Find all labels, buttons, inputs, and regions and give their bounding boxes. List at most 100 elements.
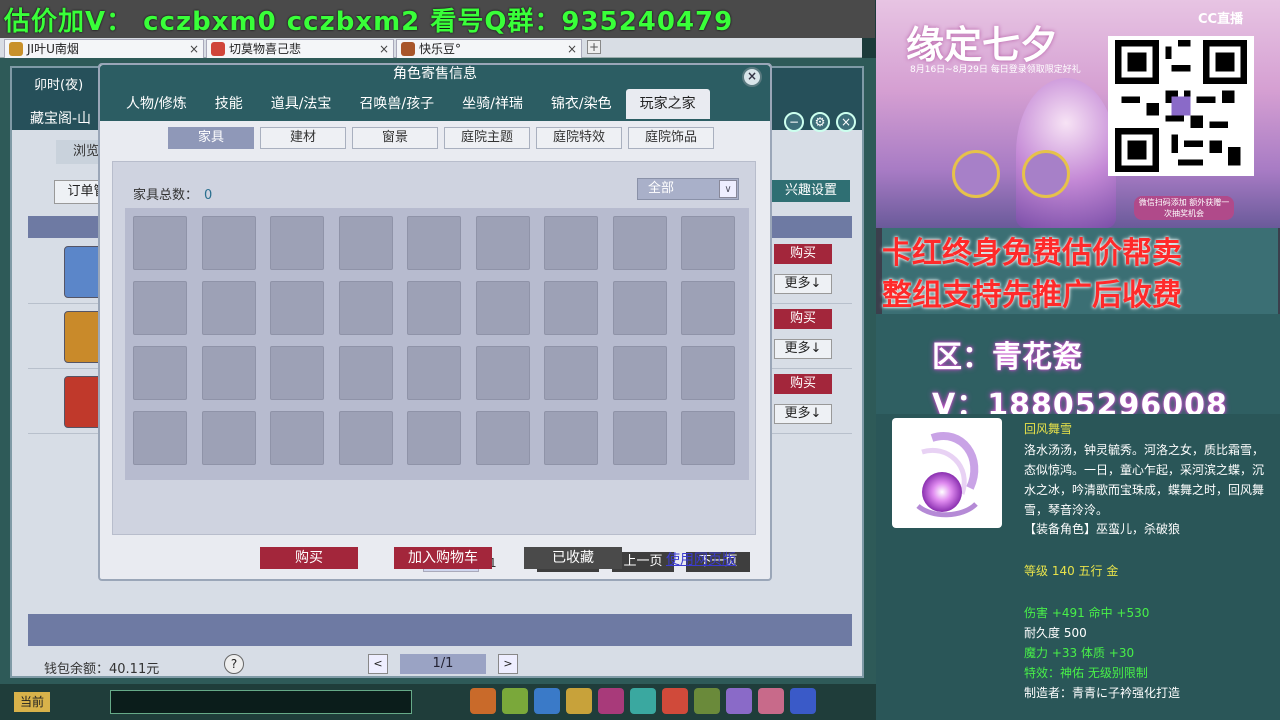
tab-outfits-dye[interactable]: 锦衣/染色 [537, 89, 626, 119]
furniture-slot[interactable] [681, 411, 735, 465]
interest-settings-button[interactable]: 兴趣设置 [772, 180, 850, 202]
furniture-slot[interactable] [544, 346, 598, 400]
tab-summons-children[interactable]: 召唤兽/孩子 [345, 89, 448, 119]
stream-side-panel: 缘定七夕 8月16日~8月29日 每日登录领取限定好礼 微信扫码添加 额外获赠一… [876, 0, 1280, 720]
furniture-slot[interactable] [475, 346, 530, 400]
furniture-slot[interactable] [201, 346, 256, 400]
close-icon[interactable]: × [836, 112, 856, 132]
furniture-slot[interactable] [612, 346, 667, 400]
furniture-slot[interactable] [681, 281, 735, 335]
add-tab-icon[interactable]: + [587, 40, 601, 54]
furniture-slot[interactable] [338, 346, 393, 400]
minimize-icon[interactable]: − [784, 112, 804, 132]
tab-player-home[interactable]: 玩家之家 [625, 89, 710, 119]
tab-courtyard-decor[interactable]: 庭院饰品 [628, 127, 714, 149]
buy-button[interactable]: 购买 [260, 547, 358, 569]
friend-icon[interactable] [598, 688, 624, 714]
tab-building-materials[interactable]: 建材 [260, 127, 346, 149]
add-to-cart-button[interactable]: 加入购物车 [394, 547, 492, 569]
furniture-slot[interactable] [544, 411, 598, 465]
tab-furniture[interactable]: 家具 [168, 127, 254, 149]
close-icon[interactable]: × [567, 40, 577, 58]
furniture-slot[interactable] [270, 216, 324, 270]
tab-mounts[interactable]: 坐骑/祥瑞 [448, 89, 537, 119]
close-icon[interactable]: × [742, 67, 762, 87]
more-button[interactable]: 更多↓ [774, 339, 832, 359]
main-tabs: 人物/修炼 技能 道具/法宝 召唤兽/孩子 坐骑/祥瑞 锦衣/染色 玩家之家 [112, 89, 710, 119]
furniture-slot[interactable] [475, 411, 530, 465]
current-channel-button[interactable]: 当前 [14, 692, 50, 712]
furniture-slot[interactable] [407, 346, 461, 400]
quest-icon[interactable] [566, 688, 592, 714]
item-special-effect: 特效：神佑 无级别限制 [1024, 666, 1148, 680]
furniture-slot[interactable] [338, 281, 393, 335]
game-taskbar: 当前 [0, 684, 876, 720]
furniture-slot[interactable] [201, 216, 256, 270]
gift-icon[interactable] [758, 688, 784, 714]
browser-tab-label: 快乐豆° [419, 42, 462, 56]
promo-line-promote-first: 整组支持先推广后收费 [882, 270, 1278, 314]
furniture-slot[interactable] [133, 216, 187, 270]
use-web-version-link[interactable]: 使用网页版 [666, 549, 736, 569]
shop-icon[interactable] [726, 688, 752, 714]
close-icon[interactable]: × [189, 40, 199, 58]
tab-character-cultivation[interactable]: 人物/修炼 [112, 89, 201, 119]
chevron-left-icon[interactable]: < [368, 654, 388, 674]
guild-icon[interactable] [630, 688, 656, 714]
furniture-slot[interactable] [338, 216, 393, 270]
browser-tab-2[interactable]: 切莫物喜己悲 × [206, 39, 394, 58]
furniture-slot[interactable] [407, 411, 461, 465]
time-badge: 卯时(夜) [34, 78, 84, 93]
furniture-slot[interactable] [475, 281, 530, 335]
more-button[interactable]: 更多↓ [774, 274, 832, 294]
furniture-slot[interactable] [475, 216, 530, 270]
furniture-slot[interactable] [338, 411, 393, 465]
furniture-slot[interactable] [612, 281, 667, 335]
item-damage-hit: 伤害 +491 命中 +530 [1024, 606, 1150, 620]
favorited-button[interactable]: 已收藏 [524, 547, 622, 569]
close-icon[interactable]: × [379, 40, 389, 58]
tab-skills[interactable]: 技能 [201, 89, 257, 119]
chat-input[interactable] [110, 690, 412, 714]
gear-icon[interactable]: ⚙ [810, 112, 830, 132]
furniture-slot[interactable] [681, 346, 735, 400]
furniture-slot[interactable] [270, 346, 324, 400]
furniture-slot[interactable] [407, 281, 461, 335]
buy-button[interactable]: 购买 [774, 309, 832, 329]
buy-button[interactable]: 购买 [774, 374, 832, 394]
bag-icon[interactable] [470, 688, 496, 714]
buy-button[interactable]: 购买 [774, 244, 832, 264]
category-filter-select[interactable]: 全部 ∨ [637, 178, 739, 200]
furniture-slot[interactable] [270, 411, 324, 465]
system-icon[interactable] [662, 688, 688, 714]
team-icon[interactable] [534, 688, 560, 714]
furniture-slot[interactable] [270, 281, 324, 335]
settings-icon[interactable] [790, 688, 816, 714]
furniture-slot[interactable] [201, 281, 256, 335]
tab-items-treasure[interactable]: 道具/法宝 [257, 89, 346, 119]
furniture-slot[interactable] [407, 216, 461, 270]
furniture-slot[interactable] [544, 216, 598, 270]
furniture-slot[interactable] [133, 346, 187, 400]
browser-tab-1[interactable]: JI叶U南烟 × [4, 39, 204, 58]
badge-icon [1022, 150, 1070, 198]
furniture-grid [125, 208, 749, 480]
furniture-slot[interactable] [201, 411, 256, 465]
more-button[interactable]: 更多↓ [774, 404, 832, 424]
furniture-slot[interactable] [133, 281, 187, 335]
tab-courtyard-theme[interactable]: 庭院主题 [444, 127, 530, 149]
furniture-slot[interactable] [681, 216, 735, 270]
mail-icon[interactable] [694, 688, 720, 714]
tab-courtyard-effects[interactable]: 庭院特效 [536, 127, 622, 149]
help-icon[interactable]: ? [224, 654, 244, 674]
furniture-slot[interactable] [612, 411, 667, 465]
chevron-right-icon[interactable]: > [498, 654, 518, 674]
browser-tab-3[interactable]: 快乐豆° × [396, 39, 582, 58]
furniture-slot[interactable] [612, 216, 667, 270]
tab-window-view[interactable]: 窗景 [352, 127, 438, 149]
window-controls: − ⚙ × [784, 112, 856, 132]
furniture-slot[interactable] [544, 281, 598, 335]
pet-icon[interactable] [502, 688, 528, 714]
furniture-slot[interactable] [133, 411, 187, 465]
promo-title: 缘定七夕 [906, 22, 1059, 67]
